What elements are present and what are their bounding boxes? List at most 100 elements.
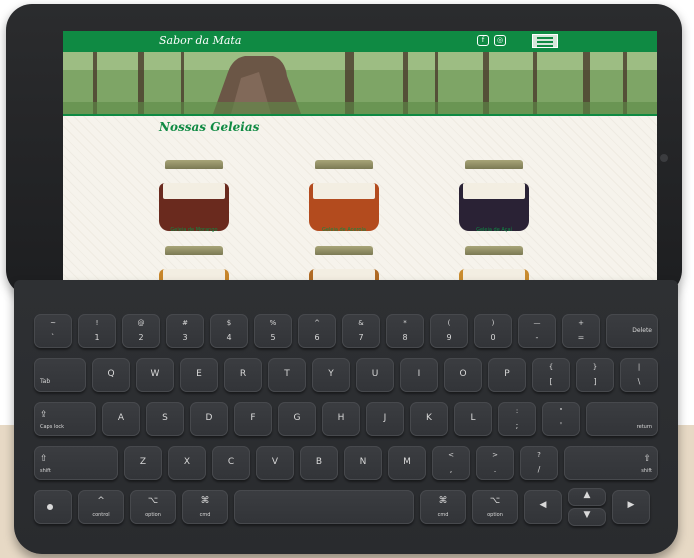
key-cmd-left[interactable]: ⌘ cmd xyxy=(182,490,228,524)
key-o[interactable]: O xyxy=(444,358,482,392)
arrow-left-icon: ◀ xyxy=(539,500,547,510)
key-f[interactable]: F xyxy=(234,402,272,436)
facebook-icon[interactable]: f xyxy=(477,35,489,46)
key-r[interactable]: R xyxy=(224,358,262,392)
key-caps-lock[interactable]: ⇪ Caps lock xyxy=(34,402,96,436)
key-tab[interactable]: Tab xyxy=(34,358,86,392)
camera-dot xyxy=(660,154,668,162)
key-s[interactable]: S xyxy=(146,402,184,436)
jar-body xyxy=(159,183,229,231)
key-p[interactable]: P xyxy=(488,358,526,392)
option-icon: ⌥ xyxy=(489,496,501,506)
key-option-right[interactable]: ⌥ option xyxy=(472,490,518,524)
key-8[interactable]: * 8 xyxy=(386,314,424,348)
key-6[interactable]: ^ 6 xyxy=(298,314,336,348)
command-icon: ⌘ xyxy=(438,496,448,506)
key-d[interactable]: D xyxy=(190,402,228,436)
control-icon: ^ xyxy=(97,496,105,506)
key-equals[interactable]: + = xyxy=(562,314,600,348)
key-left-bracket[interactable]: {[ xyxy=(532,358,570,392)
arrow-up-icon: ▲ xyxy=(583,490,591,500)
tablet-screen: Sabor da Mata f ◎ Nossas Geleias Geleia … xyxy=(63,31,657,283)
product-caption[interactable]: Geleia de Açaí xyxy=(449,227,539,233)
key-w[interactable]: W xyxy=(136,358,174,392)
key-arrow-left[interactable]: ◀ xyxy=(524,490,562,524)
key-y[interactable]: Y xyxy=(312,358,350,392)
instagram-icon[interactable]: ◎ xyxy=(494,35,506,46)
key-delete[interactable]: Delete xyxy=(606,314,658,348)
key-right-bracket[interactable]: }] xyxy=(576,358,614,392)
key-m[interactable]: M xyxy=(388,446,426,480)
key-u[interactable]: U xyxy=(356,358,394,392)
key-arrow-up[interactable]: ▲ xyxy=(568,488,606,506)
key-option-left[interactable]: ⌥ option xyxy=(130,490,176,524)
section-title: Nossas Geleias xyxy=(159,120,260,134)
key-q[interactable]: Q xyxy=(92,358,130,392)
key-2[interactable]: @2 xyxy=(122,314,160,348)
product-jar[interactable] xyxy=(459,160,529,231)
key-control[interactable]: ^ control xyxy=(78,490,124,524)
key-g[interactable]: G xyxy=(278,402,316,436)
key-minus[interactable]: — - xyxy=(518,314,556,348)
key-arrow-right[interactable]: ▶ xyxy=(612,490,650,524)
product-caption[interactable]: Geleia de Acerola xyxy=(299,227,389,233)
globe-dot-icon xyxy=(47,504,53,510)
key-j[interactable]: J xyxy=(366,402,404,436)
product-jar[interactable] xyxy=(459,246,529,283)
key-1[interactable]: ! 1 xyxy=(78,314,116,348)
key-slash[interactable]: ? / xyxy=(520,446,558,480)
key-c[interactable]: C xyxy=(212,446,250,480)
key-4[interactable]: $4 xyxy=(210,314,248,348)
arrow-down-icon: ▼ xyxy=(583,510,591,520)
key-shift-right[interactable]: ⇧ shift xyxy=(564,446,658,480)
key-cmd-right[interactable]: ⌘ cmd xyxy=(420,490,466,524)
key-a[interactable]: A xyxy=(102,402,140,436)
option-icon: ⌥ xyxy=(147,496,159,506)
jar-body xyxy=(309,183,379,231)
key-return[interactable]: return xyxy=(586,402,658,436)
key-i[interactable]: I xyxy=(400,358,438,392)
products-section: Nossas Geleias Geleia de Morango Geleia … xyxy=(63,116,657,283)
key-n[interactable]: N xyxy=(344,446,382,480)
key-quote[interactable]: " ' xyxy=(542,402,580,436)
shift-icon: ⇧ xyxy=(40,454,48,464)
shift-icon: ⇧ xyxy=(643,454,651,464)
key-v[interactable]: V xyxy=(256,446,294,480)
key-7[interactable]: & 7 xyxy=(342,314,380,348)
product-jar[interactable] xyxy=(309,246,379,283)
key-x[interactable]: X xyxy=(168,446,206,480)
key-backtick[interactable]: ~ ` xyxy=(34,314,72,348)
key-z[interactable]: Z xyxy=(124,446,162,480)
key-k[interactable]: K xyxy=(410,402,448,436)
hero-image xyxy=(63,52,657,114)
key-space[interactable] xyxy=(234,490,414,524)
key-9[interactable]: (9 xyxy=(430,314,468,348)
key-e[interactable]: E xyxy=(180,358,218,392)
jar-body xyxy=(459,183,529,231)
hamburger-menu-icon[interactable] xyxy=(532,34,558,48)
caps-lock-icon: ⇪ xyxy=(40,410,48,420)
key-arrow-down[interactable]: ▼ xyxy=(568,508,606,526)
key-period[interactable]: >. xyxy=(476,446,514,480)
product-caption[interactable]: Geleia de Morango xyxy=(149,227,239,233)
key-t[interactable]: T xyxy=(268,358,306,392)
keyboard: ~ ` ! 1 @2 #3 $4 % 5 ^ 6 & 7 * 8 (9 ) 0 — - + = D… xyxy=(14,280,678,554)
key-h[interactable]: H xyxy=(322,402,360,436)
key-shift-left[interactable]: ⇧ shift xyxy=(34,446,118,480)
key-b[interactable]: B xyxy=(300,446,338,480)
site-header: Sabor da Mata f ◎ xyxy=(63,31,657,52)
key-0[interactable]: ) 0 xyxy=(474,314,512,348)
arrow-right-icon: ▶ xyxy=(627,500,635,510)
site-logo[interactable]: Sabor da Mata xyxy=(159,34,241,47)
product-jar[interactable] xyxy=(159,246,229,283)
product-jar[interactable] xyxy=(309,160,379,231)
tablet-frame: Sabor da Mata f ◎ Nossas Geleias Geleia … xyxy=(6,4,682,296)
product-jar[interactable] xyxy=(159,160,229,231)
key-globe[interactable] xyxy=(34,490,72,524)
key-l[interactable]: L xyxy=(454,402,492,436)
key-backslash[interactable]: | \ xyxy=(620,358,658,392)
key-5[interactable]: % 5 xyxy=(254,314,292,348)
key-semicolon[interactable]: :; xyxy=(498,402,536,436)
key-3[interactable]: #3 xyxy=(166,314,204,348)
key-comma[interactable]: <, xyxy=(432,446,470,480)
